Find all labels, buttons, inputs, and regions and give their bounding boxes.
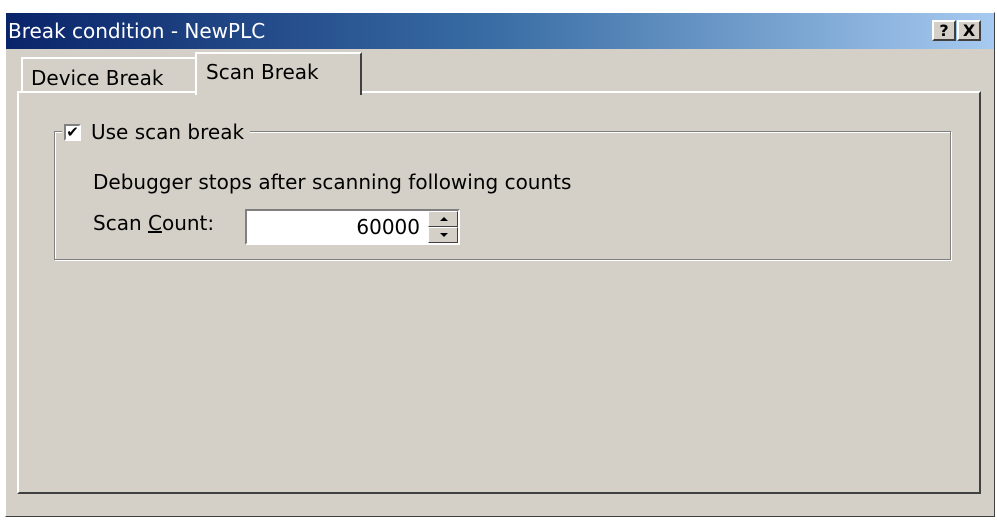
title-bar[interactable]: Break condition - NewPLC ? X [6, 13, 994, 49]
scan-count-label-accel: C [147, 211, 162, 235]
scan-count-decrement-button[interactable] [428, 227, 458, 243]
scan-count-input[interactable] [249, 213, 423, 241]
arrow-up-icon [440, 217, 448, 221]
scan-count-spin-buttons [428, 211, 458, 243]
use-scan-break-label[interactable]: Use scan break [91, 120, 244, 144]
arrow-down-icon [440, 233, 448, 237]
tab-device-break[interactable]: Device Break [21, 57, 199, 91]
help-button[interactable]: ? [932, 20, 956, 41]
tab-scan-break[interactable]: Scan Break [195, 52, 362, 95]
window-title: Break condition - NewPLC [8, 19, 266, 43]
scan-break-description: Debugger stops after scanning following … [93, 170, 572, 194]
scan-count-increment-button[interactable] [428, 211, 458, 227]
scan-count-label-prefix: Scan [93, 211, 148, 235]
scan-count-label-suffix: ount: [161, 211, 215, 235]
scan-count-label: Scan Count: [93, 211, 214, 235]
scan-count-spinbox [245, 209, 460, 245]
scan-break-groupbox [54, 131, 951, 260]
close-button[interactable]: X [957, 20, 981, 41]
use-scan-break-checkbox[interactable]: ✔ [64, 123, 81, 141]
use-scan-break-checkbox-row[interactable]: ✔ Use scan break [62, 119, 251, 145]
